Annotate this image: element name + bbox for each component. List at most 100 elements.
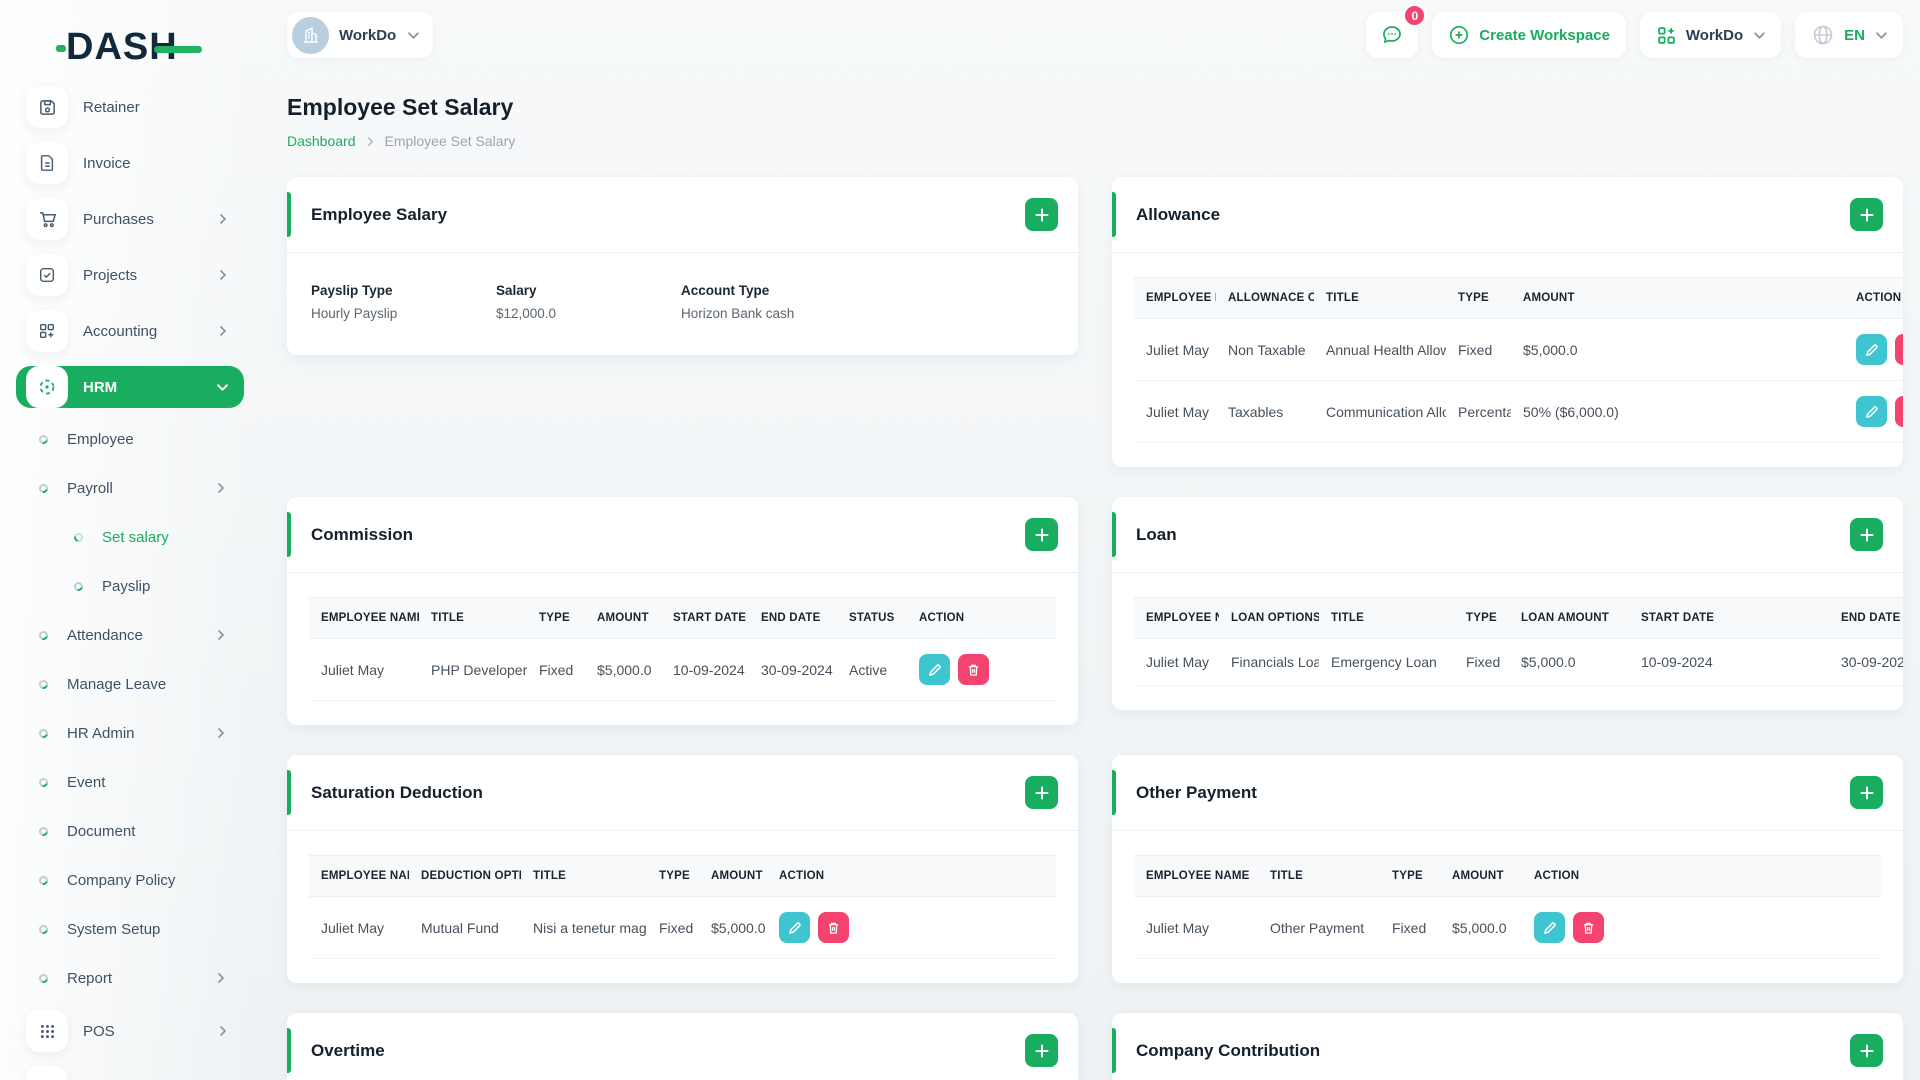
bullet-icon <box>37 971 50 985</box>
column-header: END DATE <box>1829 597 1903 639</box>
accent-bar <box>287 512 291 557</box>
sidebar-item-accounting[interactable]: Accounting <box>26 310 256 352</box>
add-loan-button[interactable] <box>1850 518 1883 551</box>
delete-button[interactable] <box>1895 396 1903 427</box>
sidebar-item-crm[interactable]: CRM <box>26 1066 256 1080</box>
card-header: Loan <box>1112 497 1903 573</box>
add-company-contribution-button[interactable] <box>1850 1034 1883 1067</box>
column-header: TITLE <box>1314 277 1446 319</box>
allowance-table: EMPLOYEE NAME ALLOWNACE OPTION TITLE TYP… <box>1134 277 1903 443</box>
page-title: Employee Set Salary <box>287 94 514 120</box>
sidebar-item-retainer[interactable]: Retainer <box>26 86 256 128</box>
add-overtime-button[interactable] <box>1025 1034 1058 1067</box>
field-value: Hourly Payslip <box>311 306 398 321</box>
sidebar-item-payroll[interactable]: Payroll <box>26 471 256 505</box>
sidebar-item-set-salary[interactable]: Set salary <box>26 520 256 554</box>
sidebar-item-document[interactable]: Document <box>26 814 256 848</box>
column-header: EMPLOYEE NAME <box>309 597 419 639</box>
sidebar-item-employee[interactable]: Employee <box>26 422 256 456</box>
pencil-icon <box>928 663 941 676</box>
table-cell: 30-09-2024 <box>749 638 837 701</box>
plus-circle-icon <box>1450 25 1469 45</box>
sidebar-item-label: Payslip <box>102 577 151 595</box>
column-header: END DATE <box>749 597 837 639</box>
sidebar-item-projects[interactable]: Projects <box>26 254 256 296</box>
table-header-row: EMPLOYEE NAME ALLOWNACE OPTION TITLE TYP… <box>1134 277 1903 319</box>
topbar-right: 0 Create Workspace WorkDo EN <box>1366 4 1903 58</box>
sidebar-item-purchases[interactable]: Purchases <box>26 198 256 240</box>
chevron-right-icon <box>218 1026 228 1036</box>
main-content: WorkDo 0 Create Workspace WorkDo EN Empl… <box>256 0 1920 1080</box>
column-header: EMPLOYEE NAME <box>309 855 409 897</box>
column-header: AMOUNT <box>1511 277 1844 319</box>
sidebar-item-label: Projects <box>83 266 138 284</box>
bullet-icon <box>37 922 50 936</box>
column-header: START DATE <box>661 597 749 639</box>
bullet-icon <box>37 677 50 691</box>
delete-button[interactable] <box>818 912 849 943</box>
table-cell: Non Taxable <box>1216 318 1314 381</box>
card-title: Saturation Deduction <box>311 782 483 802</box>
allowance-table-wrap: EMPLOYEE NAME ALLOWNACE OPTION TITLE TYP… <box>1112 253 1903 467</box>
app-logo[interactable]: DASH <box>56 18 256 76</box>
card-title: Overtime <box>311 1040 385 1060</box>
add-commission-button[interactable] <box>1025 518 1058 551</box>
retainer-disk-icon <box>26 86 68 128</box>
add-saturation-deduction-button[interactable] <box>1025 776 1058 809</box>
card-commission: Commission EMPLOYEE NAME TITLE TYPE AMOU… <box>287 497 1078 725</box>
column-header: TYPE <box>1380 855 1440 897</box>
field-payslip-type: Payslip Type Hourly Payslip <box>311 283 496 321</box>
column-header: ACTION <box>1844 277 1903 319</box>
messages-badge: 0 <box>1403 4 1427 27</box>
plus-icon <box>1860 528 1873 541</box>
accent-bar <box>1112 770 1116 815</box>
delete-button[interactable] <box>1573 912 1604 943</box>
sidebar-item-attendance[interactable]: Attendance <box>26 618 256 652</box>
edit-button[interactable] <box>1856 396 1887 427</box>
purchases-cart-icon <box>26 198 68 240</box>
column-header: TYPE <box>647 855 699 897</box>
card-title: Loan <box>1136 524 1177 544</box>
add-employee-salary-button[interactable] <box>1025 198 1058 231</box>
edit-button[interactable] <box>779 912 810 943</box>
add-other-payment-button[interactable] <box>1850 776 1883 809</box>
accent-bar <box>1112 1028 1116 1073</box>
edit-button[interactable] <box>1856 334 1887 365</box>
sidebar-item-hrm[interactable]: HRM <box>16 366 244 408</box>
create-workspace-button[interactable]: Create Workspace <box>1432 12 1626 58</box>
table-cell: Fixed <box>1446 318 1511 381</box>
sidebar-item-payslip[interactable]: Payslip <box>26 569 256 603</box>
edit-button[interactable] <box>1534 912 1565 943</box>
sidebar-item-hr-admin[interactable]: HR Admin <box>26 716 256 750</box>
bullet-icon <box>37 873 50 887</box>
bullet-icon <box>37 432 50 446</box>
language-selector[interactable]: EN <box>1795 12 1903 58</box>
column-header: AMOUNT <box>699 855 767 897</box>
sidebar-item-invoice[interactable]: Invoice <box>26 142 256 184</box>
app-switcher-dropdown[interactable]: WorkDo <box>1639 12 1782 58</box>
accent-bar <box>1112 192 1116 237</box>
sidebar-item-system-setup[interactable]: System Setup <box>26 912 256 946</box>
table-cell: Mutual Fund <box>409 896 521 959</box>
sidebar-item-company-policy[interactable]: Company Policy <box>26 863 256 897</box>
chevron-down-icon <box>1876 30 1887 41</box>
accent-bar <box>287 192 291 237</box>
sidebar-item-report[interactable]: Report <box>26 961 256 995</box>
workspace-selector[interactable]: WorkDo <box>287 12 434 58</box>
breadcrumb-dashboard-link[interactable]: Dashboard <box>287 133 356 149</box>
messages-button[interactable]: 0 <box>1366 4 1427 58</box>
column-header: TITLE <box>419 597 527 639</box>
other-payment-table-wrap: EMPLOYEE NAME TITLE TYPE AMOUNT ACTION J… <box>1112 831 1903 983</box>
sidebar-item-pos[interactable]: POS <box>26 1010 256 1052</box>
sidebar-item-event[interactable]: Event <box>26 765 256 799</box>
delete-button[interactable] <box>958 654 989 685</box>
table-cell: Fixed <box>647 896 699 959</box>
plus-icon <box>1035 1044 1048 1057</box>
sidebar-item-manage-leave[interactable]: Manage Leave <box>26 667 256 701</box>
edit-button[interactable] <box>919 654 950 685</box>
chevron-right-icon <box>218 270 228 280</box>
sidebar-item-label: Document <box>67 822 136 840</box>
table-cell: Annual Health Allowance <box>1314 318 1446 381</box>
delete-button[interactable] <box>1895 334 1903 365</box>
add-allowance-button[interactable] <box>1850 198 1883 231</box>
